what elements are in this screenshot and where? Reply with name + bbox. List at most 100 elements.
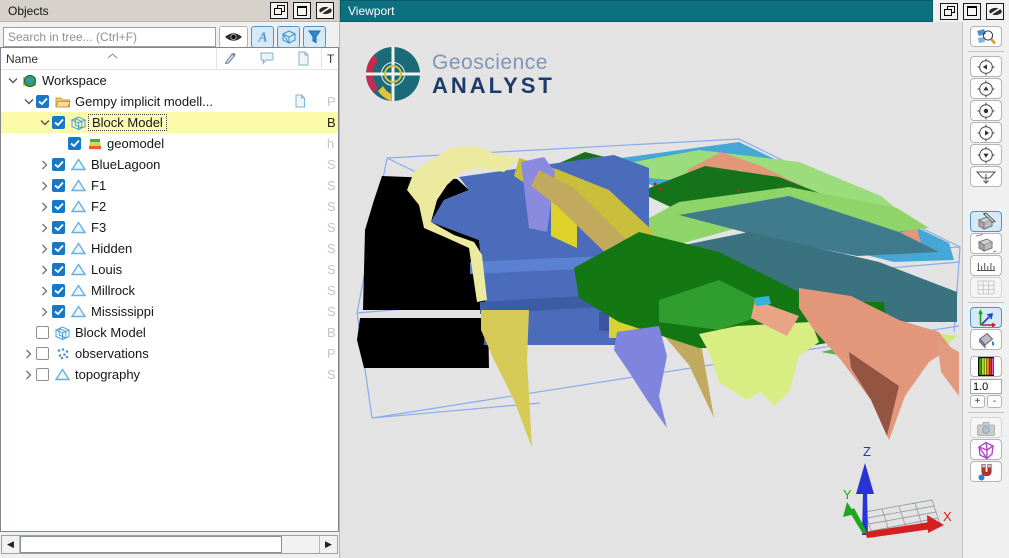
maximize-icon xyxy=(297,6,307,16)
expander-closed-icon[interactable] xyxy=(37,220,52,235)
slice-box-button[interactable] xyxy=(970,233,1002,254)
visibility-checkbox[interactable] xyxy=(36,95,49,108)
document-icon[interactable] xyxy=(294,94,306,111)
view-north-button[interactable] xyxy=(970,78,1002,99)
visibility-checkbox[interactable] xyxy=(36,347,49,360)
tree-row-block-model[interactable]: Block ModelB xyxy=(1,322,338,343)
visibility-checkbox[interactable] xyxy=(52,305,65,318)
wireframe-toggle-button[interactable] xyxy=(277,26,300,48)
search-input[interactable] xyxy=(3,27,216,47)
magnet-button[interactable] xyxy=(970,461,1002,482)
visibility-checkbox[interactable] xyxy=(52,179,65,192)
float-panel-button[interactable] xyxy=(270,2,288,19)
tree-row-geomodel[interactable]: geomodelh xyxy=(1,133,338,154)
view-south-button[interactable] xyxy=(970,144,1002,165)
slice-model-button[interactable] xyxy=(970,211,1002,232)
viewport-title-area: Viewport xyxy=(340,0,933,22)
visibility-checkbox[interactable] xyxy=(52,200,65,213)
tree-row-louis[interactable]: LouisS xyxy=(1,259,338,280)
tree-row-gempy-implicit-modell[interactable]: Gempy implicit modell...P xyxy=(1,91,338,112)
column-header-type[interactable]: T xyxy=(327,52,334,66)
color-map-button[interactable] xyxy=(970,356,1002,377)
view-plan-button[interactable] xyxy=(970,100,1002,121)
expander-closed-icon[interactable] xyxy=(37,178,52,193)
tree-row-f2[interactable]: F2S xyxy=(1,196,338,217)
scale-increase-button[interactable]: + xyxy=(970,395,985,408)
expander-open-icon[interactable] xyxy=(21,94,36,109)
model-surface xyxy=(699,322,819,406)
measure-button[interactable] xyxy=(970,255,1002,276)
float-viewport-button[interactable] xyxy=(940,3,958,20)
hide-viewport-button[interactable] xyxy=(986,3,1004,20)
visibility-checkbox[interactable] xyxy=(36,368,49,381)
wireframe-cube-button[interactable] xyxy=(970,439,1002,460)
tree-row-block-model[interactable]: Block ModelB xyxy=(1,112,338,133)
visibility-checkbox[interactable] xyxy=(52,263,65,276)
scroll-right-button[interactable]: ▶ xyxy=(319,536,337,553)
viewport-toolbar: +- xyxy=(962,22,1009,558)
zoom-to-data-button[interactable] xyxy=(970,26,1002,47)
visibility-checkbox[interactable] xyxy=(52,221,65,234)
column-header-name[interactable]: Name xyxy=(6,52,38,66)
visibility-checkbox[interactable] xyxy=(52,284,65,297)
tree-row-hidden[interactable]: HiddenS xyxy=(1,238,338,259)
visibility-button[interactable] xyxy=(219,26,248,48)
expander-closed-icon[interactable] xyxy=(37,157,52,172)
slice-model-icon xyxy=(975,212,997,231)
viewport-3d[interactable]: Z X Y Geoscience ANALYST xyxy=(340,22,962,558)
object-tree[interactable]: Name T WorkspaceGempy implicit modell...… xyxy=(0,47,339,532)
scale-field[interactable] xyxy=(970,379,1002,394)
comment-column-icon[interactable] xyxy=(259,51,275,68)
filter-button[interactable] xyxy=(303,26,326,48)
horizontal-scrollbar[interactable]: ◀ ▶ xyxy=(1,535,338,554)
pen-column-icon[interactable] xyxy=(223,51,237,68)
axis-orientation-widget: Z X Y xyxy=(843,444,952,538)
expander-closed-icon[interactable] xyxy=(37,241,52,256)
visibility-checkbox[interactable] xyxy=(52,242,65,255)
surface-icon xyxy=(69,221,88,234)
slice-box-icon xyxy=(975,234,997,253)
expander-closed-icon[interactable] xyxy=(21,367,36,382)
axes-overlay-button[interactable] xyxy=(970,307,1002,328)
tree-row-f1[interactable]: F1S xyxy=(1,175,338,196)
expander-open-icon[interactable] xyxy=(37,115,52,130)
tree-row-f3[interactable]: F3S xyxy=(1,217,338,238)
visibility-checkbox[interactable] xyxy=(36,326,49,339)
maximize-panel-button[interactable] xyxy=(293,2,311,19)
scrollbar-thumb[interactable] xyxy=(20,536,282,553)
tree-item-label: Gempy implicit modell... xyxy=(72,94,216,109)
sort-indicator-icon[interactable] xyxy=(107,48,118,62)
expander-closed-icon[interactable] xyxy=(37,262,52,277)
view-underside-button[interactable] xyxy=(970,166,1002,187)
expander-closed-icon[interactable] xyxy=(37,304,52,319)
expander-open-icon[interactable] xyxy=(5,73,20,88)
expander-closed-icon[interactable] xyxy=(37,283,52,298)
hide-panel-button[interactable] xyxy=(316,2,334,19)
labels-toggle-button[interactable]: A xyxy=(251,26,274,48)
maximize-viewport-button[interactable] xyxy=(963,3,981,20)
fill-color-button[interactable] xyxy=(970,329,1002,350)
visibility-checkbox[interactable] xyxy=(68,137,81,150)
view-east-button[interactable] xyxy=(970,122,1002,143)
tree-row-millrock[interactable]: MillrockS xyxy=(1,280,338,301)
axes-overlay-icon xyxy=(976,308,997,327)
type-letter: P xyxy=(327,346,336,361)
logo-icon xyxy=(364,45,422,103)
visibility-checkbox[interactable] xyxy=(52,158,65,171)
tree-row-topography[interactable]: topographyS xyxy=(1,364,338,385)
view-west-button[interactable] xyxy=(970,56,1002,77)
expander-closed-icon[interactable] xyxy=(37,199,52,214)
viewport-title: Viewport xyxy=(348,4,394,18)
scale-decrease-button[interactable]: - xyxy=(987,395,1002,408)
document-column-icon[interactable] xyxy=(297,51,310,69)
expander-closed-icon[interactable] xyxy=(21,346,36,361)
tree-row-observations[interactable]: observationsP xyxy=(1,343,338,364)
tree-row-workspace[interactable]: Workspace xyxy=(1,70,338,91)
visibility-checkbox[interactable] xyxy=(52,116,65,129)
toolbar-separator xyxy=(968,412,1004,413)
tree-row-mississippi[interactable]: MississippiS xyxy=(1,301,338,322)
hidden-eye-icon xyxy=(988,6,1003,17)
tree-row-bluelagoon[interactable]: BlueLagoonS xyxy=(1,154,338,175)
wireframe-cube-icon xyxy=(975,440,997,460)
scroll-left-button[interactable]: ◀ xyxy=(2,536,20,553)
